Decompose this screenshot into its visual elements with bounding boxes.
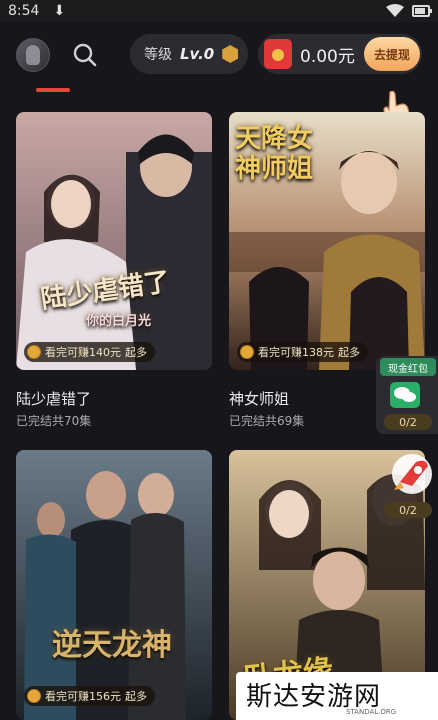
level-gem-icon [222,45,239,63]
reward-tag: 看完可赚140元 起多 [24,342,155,362]
reward-text: 看完可赚138元 [258,346,334,359]
drama-episodes: 已完结共70集 [16,414,92,428]
drama-poster[interactable]: 陆少虐错了 你的白月光 看完可赚140元 起多 [16,112,212,370]
cash-red-packet-widget[interactable]: 现金红包 0/2 [376,356,438,434]
level-badge[interactable]: 等级 Lv.0 [130,34,248,74]
battery-icon [412,5,432,17]
reward-text: 看完可赚156元 [45,690,121,703]
drama-title: 陆少虐错了 [16,390,92,408]
reward-tag: 看完可赚138元 起多 [237,342,368,362]
poster-subtitle-art: 你的白月光 [86,314,152,329]
drama-episodes: 已完结共69集 [229,414,305,428]
red-packet-icon [264,39,292,69]
wechat-icon [390,382,420,408]
reward-text: 看完可赚140元 [45,346,121,359]
coin-icon [27,345,41,359]
drama-poster[interactable]: 天降女神师姐 看完可赚138元 起多 [229,112,425,370]
drama-poster[interactable]: 逆天龙神 看完可赚156元 起多 [16,450,212,720]
cash-widget-progress: 0/2 [384,414,432,430]
download-icon: ⬇ [53,3,66,19]
avatar[interactable] [16,38,50,72]
status-bar: 8:54 ⬇ [0,0,438,22]
drama-card[interactable]: 逆天龙神 看完可赚156元 起多 [16,450,212,720]
reward-tag: 看完可赚156元 起多 [24,686,155,706]
wifi-icon [386,4,404,17]
tab-indicator [36,88,70,92]
reward-suffix: 起多 [125,346,147,359]
reward-suffix: 起多 [125,690,147,703]
poster-title-art: 天降女神师姐 [235,124,314,184]
poster-artwork [16,112,212,370]
coin-icon [240,345,254,359]
rocket-icon [392,454,432,494]
cash-widget-header: 现金红包 [380,358,436,376]
cash-amount: 0.00元 [300,46,355,67]
watermark-domain: STANDAL.ORG [346,708,397,716]
rocket-task-widget[interactable]: 0/2 [372,452,438,528]
poster-title-art: 逆天龙神 [52,628,172,663]
drama-card[interactable]: 陆少虐错了 你的白月光 看完可赚140元 起多 陆少虐错了 已完结共70集 [16,112,212,432]
top-bar: 等级 Lv.0 0.00元 去提现 [0,22,438,127]
search-icon[interactable] [72,42,98,68]
site-watermark: 斯达安游网 STANDAL.ORG [236,672,438,720]
cash-balance[interactable]: 0.00元 去提现 [258,34,422,74]
level-value: Lv.0 [180,45,215,63]
status-time: 8:54 [8,3,40,19]
poster-artwork [16,450,212,720]
level-label: 等级 [144,47,172,63]
coin-icon [27,689,41,703]
drama-title: 神女师姐 [229,390,290,408]
reward-suffix: 起多 [338,346,360,359]
rocket-widget-progress: 0/2 [384,502,432,518]
withdraw-button[interactable]: 去提现 [364,37,420,71]
